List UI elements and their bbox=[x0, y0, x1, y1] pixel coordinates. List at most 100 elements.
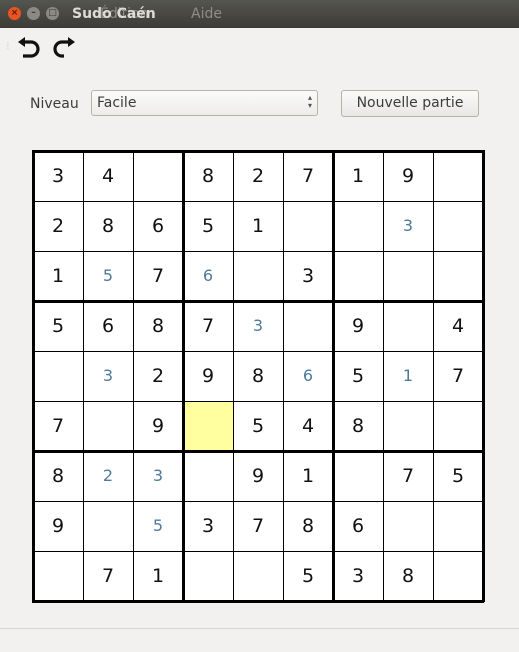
sudoku-cell[interactable]: 6 bbox=[133, 201, 183, 251]
sudoku-cell[interactable] bbox=[433, 201, 483, 251]
window-minimize-button[interactable]: – bbox=[27, 7, 40, 20]
sudoku-cell[interactable] bbox=[333, 251, 383, 301]
sudoku-cell[interactable]: 9 bbox=[183, 351, 233, 401]
sudoku-cell[interactable]: 8 bbox=[283, 501, 333, 551]
sudoku-cell[interactable] bbox=[83, 501, 133, 551]
sudoku-cell[interactable] bbox=[83, 401, 133, 451]
grid-line bbox=[182, 150, 185, 602]
sudoku-cell[interactable] bbox=[433, 251, 483, 301]
sudoku-cell[interactable]: 5 bbox=[33, 301, 83, 351]
sudoku-cell[interactable]: 5 bbox=[133, 501, 183, 551]
sudoku-cell[interactable] bbox=[133, 151, 183, 201]
sudoku-cell[interactable] bbox=[433, 501, 483, 551]
sudoku-cell[interactable] bbox=[383, 301, 433, 351]
sudoku-cell[interactable]: 7 bbox=[183, 301, 233, 351]
sudoku-cell[interactable]: 2 bbox=[33, 201, 83, 251]
sudoku-cell[interactable] bbox=[283, 201, 333, 251]
sudoku-cell[interactable]: 7 bbox=[33, 401, 83, 451]
sudoku-cell[interactable] bbox=[433, 551, 483, 601]
sudoku-cell[interactable]: 5 bbox=[233, 401, 283, 451]
sudoku-cell[interactable]: 1 bbox=[283, 451, 333, 501]
sudoku-cell[interactable]: 9 bbox=[333, 301, 383, 351]
sudoku-cell[interactable]: 8 bbox=[233, 351, 283, 401]
sudoku-cell[interactable]: 1 bbox=[33, 251, 83, 301]
sudoku-cell[interactable]: 2 bbox=[233, 151, 283, 201]
sudoku-cell[interactable] bbox=[333, 201, 383, 251]
sudoku-cell[interactable]: 7 bbox=[83, 551, 133, 601]
sudoku-cell[interactable]: 8 bbox=[333, 401, 383, 451]
new-game-button[interactable]: Nouvelle partie bbox=[341, 90, 479, 117]
sudoku-cell[interactable] bbox=[433, 151, 483, 201]
sudoku-cell[interactable] bbox=[233, 251, 283, 301]
sudoku-cell[interactable] bbox=[383, 251, 433, 301]
updown-arrows-icon: ▴ ▾ bbox=[307, 93, 312, 110]
sudoku-cell[interactable]: 1 bbox=[333, 151, 383, 201]
sudoku-cell[interactable] bbox=[183, 401, 233, 451]
sudoku-cell[interactable] bbox=[33, 551, 83, 601]
sudoku-cell[interactable] bbox=[33, 351, 83, 401]
sudoku-cell[interactable]: 2 bbox=[133, 351, 183, 401]
sudoku-cell[interactable]: 3 bbox=[383, 201, 433, 251]
grid-line bbox=[32, 150, 484, 153]
sudoku-cell[interactable]: 9 bbox=[33, 501, 83, 551]
sudoku-cell[interactable]: 6 bbox=[333, 501, 383, 551]
sudoku-cell[interactable] bbox=[433, 401, 483, 451]
sudoku-cell[interactable]: 8 bbox=[83, 201, 133, 251]
sudoku-cell[interactable]: 7 bbox=[383, 451, 433, 501]
undo-button[interactable] bbox=[15, 34, 45, 64]
sudoku-cell[interactable]: 7 bbox=[233, 501, 283, 551]
sudoku-cell[interactable]: 5 bbox=[433, 451, 483, 501]
sudoku-cell[interactable]: 3 bbox=[283, 251, 333, 301]
sudoku-cell[interactable]: 6 bbox=[83, 301, 133, 351]
sudoku-cell[interactable]: 8 bbox=[383, 551, 433, 601]
redo-arrow-icon bbox=[53, 37, 75, 58]
sudoku-cell[interactable]: 7 bbox=[283, 151, 333, 201]
sudoku-cell[interactable]: 5 bbox=[183, 201, 233, 251]
sudoku-cell[interactable] bbox=[283, 301, 333, 351]
sudoku-cell[interactable] bbox=[383, 501, 433, 551]
redo-button[interactable] bbox=[50, 34, 80, 64]
sudoku-cell[interactable]: 8 bbox=[133, 301, 183, 351]
sudoku-cell[interactable]: 1 bbox=[383, 351, 433, 401]
title-bar: × – □ Édition Aide Sudo Caén bbox=[0, 0, 519, 28]
sudoku-cell[interactable]: 3 bbox=[183, 501, 233, 551]
window-close-button[interactable]: × bbox=[8, 7, 21, 20]
sudoku-cell[interactable]: 6 bbox=[183, 251, 233, 301]
sudoku-cell[interactable]: 8 bbox=[33, 451, 83, 501]
sudoku-cell[interactable]: 4 bbox=[433, 301, 483, 351]
toolbar-grip[interactable]: ⋮ bbox=[4, 42, 12, 56]
sudoku-cell[interactable]: 9 bbox=[383, 151, 433, 201]
sudoku-cell[interactable]: 4 bbox=[283, 401, 333, 451]
sudoku-cell[interactable]: 7 bbox=[133, 251, 183, 301]
grid-line bbox=[32, 551, 484, 552]
sudoku-cell[interactable]: 5 bbox=[83, 251, 133, 301]
sudoku-cell[interactable]: 3 bbox=[133, 451, 183, 501]
sudoku-cell[interactable]: 3 bbox=[83, 351, 133, 401]
sudoku-cell[interactable]: 8 bbox=[183, 151, 233, 201]
sudoku-cell[interactable]: 5 bbox=[283, 551, 333, 601]
sudoku-cell[interactable]: 3 bbox=[33, 151, 83, 201]
sudoku-cell[interactable]: 9 bbox=[133, 401, 183, 451]
grid-line bbox=[32, 351, 484, 352]
sudoku-cell[interactable] bbox=[333, 451, 383, 501]
level-select[interactable]: Facile ▴ ▾ bbox=[91, 90, 318, 116]
sudoku-cell[interactable]: 3 bbox=[333, 551, 383, 601]
sudoku-cell[interactable]: 1 bbox=[133, 551, 183, 601]
window-maximize-button[interactable]: □ bbox=[46, 7, 59, 20]
grid-line bbox=[32, 501, 484, 502]
grid-line bbox=[433, 150, 434, 602]
sudoku-cell[interactable] bbox=[183, 551, 233, 601]
sudoku-cell[interactable]: 7 bbox=[433, 351, 483, 401]
sudoku-cell[interactable]: 1 bbox=[233, 201, 283, 251]
sudoku-cell[interactable]: 4 bbox=[83, 151, 133, 201]
menu-aide[interactable]: Aide bbox=[191, 6, 222, 22]
sudoku-cell[interactable]: 9 bbox=[233, 451, 283, 501]
sudoku-cell[interactable]: 2 bbox=[83, 451, 133, 501]
sudoku-cell[interactable] bbox=[183, 451, 233, 501]
grid-line bbox=[32, 450, 484, 453]
sudoku-cell[interactable] bbox=[233, 551, 283, 601]
sudoku-cell[interactable]: 6 bbox=[283, 351, 333, 401]
sudoku-cell[interactable] bbox=[383, 401, 433, 451]
sudoku-cell[interactable]: 5 bbox=[333, 351, 383, 401]
sudoku-cell[interactable]: 3 bbox=[233, 301, 283, 351]
